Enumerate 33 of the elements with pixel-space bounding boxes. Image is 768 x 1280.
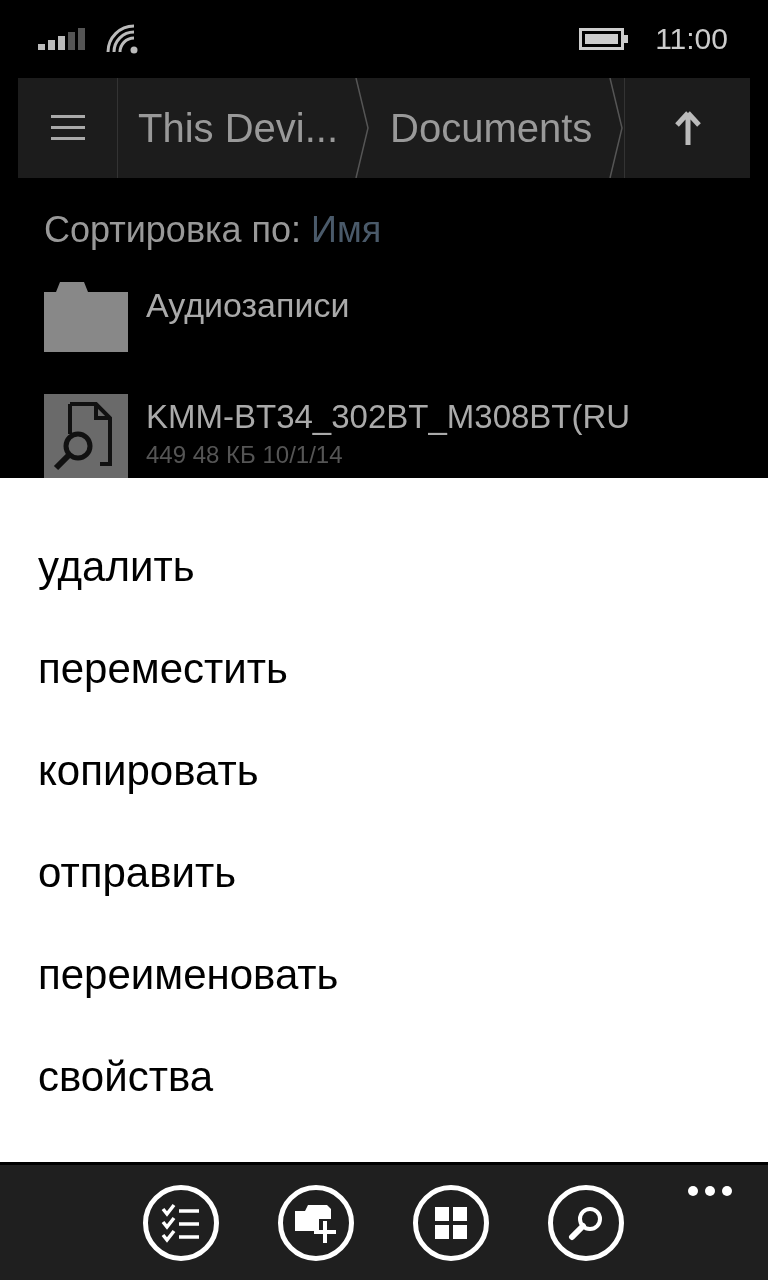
app-bar-button[interactable] [413,1185,489,1261]
breadcrumb-item[interactable]: Documents [370,78,609,178]
tiles-icon [435,1207,467,1239]
menu-item[interactable]: копировать [0,720,297,822]
chevron-icon [608,78,625,178]
file-details: 449 48 КБ 10/1/14 [146,440,344,470]
menu-icon [50,114,85,142]
app-bar-button[interactable] [548,1185,624,1261]
folder-icon [44,282,128,352]
menu-item[interactable]: переименовать [0,924,377,1026]
chevron-icon [354,78,371,178]
signal-icon [38,28,88,50]
app-bar-button[interactable] [278,1185,354,1261]
wifi-icon [106,24,140,54]
file-row[interactable]: Аудиозаписи [0,282,768,390]
clock: 11:00 [655,22,728,56]
menu-item[interactable]: переместить [0,618,326,720]
search-icon [568,1205,604,1241]
menu-item[interactable]: удалить [0,516,233,618]
sort-label: Сортировка по: [44,209,302,251]
file-row[interactable]: KMM-BT34_302BT_M308BT(RU 449 48 КБ 10/1/14 [0,390,768,478]
menu-item[interactable]: отправить [0,822,275,924]
new-folder-icon [295,1203,337,1243]
menu-item[interactable]: свойства [0,1026,252,1128]
app-bar-button[interactable] [143,1185,219,1261]
file-name: Аудиозаписи [146,285,350,326]
checklist-icon [161,1203,201,1243]
up-arrow-icon [674,111,701,145]
more-icon[interactable] [688,1186,732,1196]
battery-icon [579,28,630,50]
breadcrumb-item[interactable]: This Devi... [118,78,355,178]
document-search-icon [44,394,128,478]
file-name: KMM-BT34_302BT_M308BT(RU [146,397,631,437]
